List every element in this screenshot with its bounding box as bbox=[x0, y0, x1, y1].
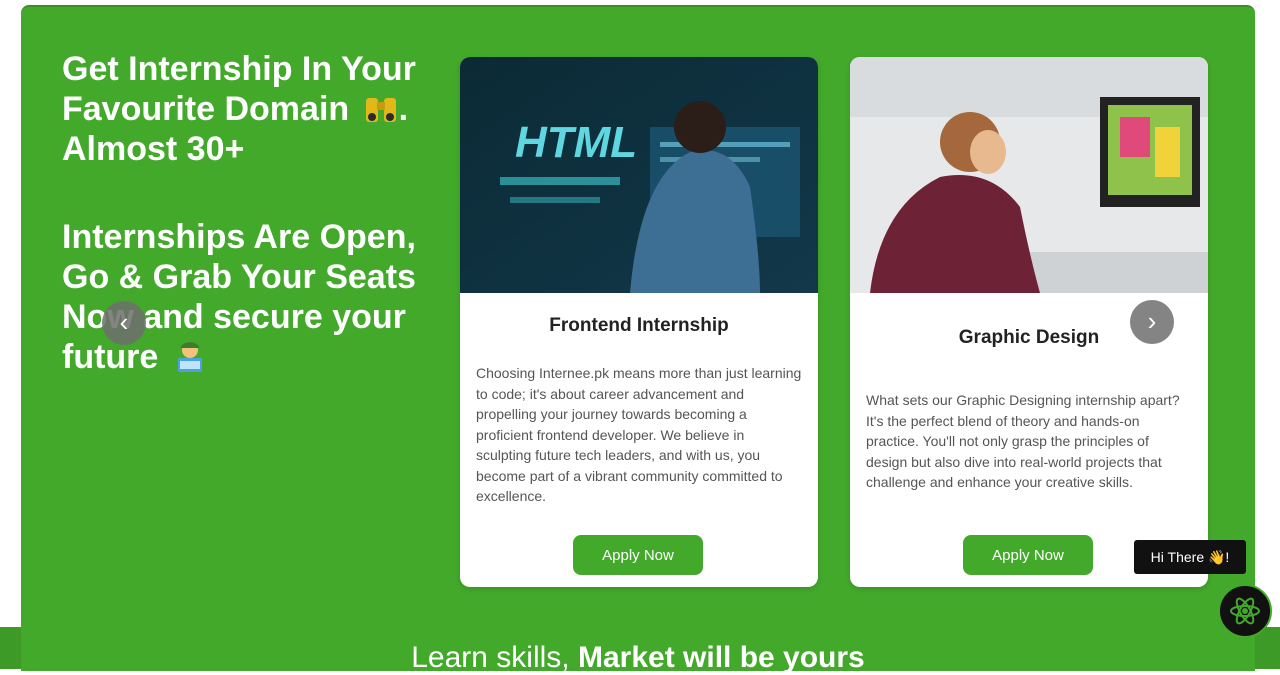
tagline-light: Learn skills, bbox=[411, 641, 570, 674]
internship-card-frontend[interactable]: HTML Frontend Internship Choosing Intern… bbox=[460, 57, 818, 587]
chat-launcher-button[interactable] bbox=[1218, 584, 1272, 638]
react-atom-icon bbox=[1230, 597, 1260, 625]
html-neon-text: HTML bbox=[515, 118, 637, 167]
student-laptop-emoji-icon bbox=[177, 342, 202, 372]
apply-now-button[interactable]: Apply Now bbox=[573, 535, 703, 575]
tagline: Learn skills, Market will be yours bbox=[21, 641, 1255, 675]
graphic-design-card-image bbox=[850, 57, 1208, 293]
carousel-prev-arrow-icon[interactable]: ‹ bbox=[102, 301, 146, 345]
frontend-card-image: HTML bbox=[460, 57, 818, 293]
card-description: What sets our Graphic Designing internsh… bbox=[866, 392, 1180, 490]
chat-greeting-bubble[interactable]: Hi There 👋! bbox=[1134, 540, 1246, 574]
tagline-bold: Market will be yours bbox=[577, 641, 865, 674]
card-title: Frontend Internship bbox=[549, 315, 729, 336]
headline-part3: Internships Are Open, Go & Grab Your Sea… bbox=[62, 218, 416, 376]
hero-section: Get Internship In Your Favourite Domain … bbox=[21, 5, 1255, 674]
card-description: Choosing Internee.pk means more than jus… bbox=[476, 365, 802, 504]
binoculars-emoji-icon bbox=[365, 98, 396, 122]
carousel-next-arrow-icon[interactable]: › bbox=[1130, 300, 1174, 344]
apply-now-button[interactable]: Apply Now bbox=[963, 535, 1093, 575]
